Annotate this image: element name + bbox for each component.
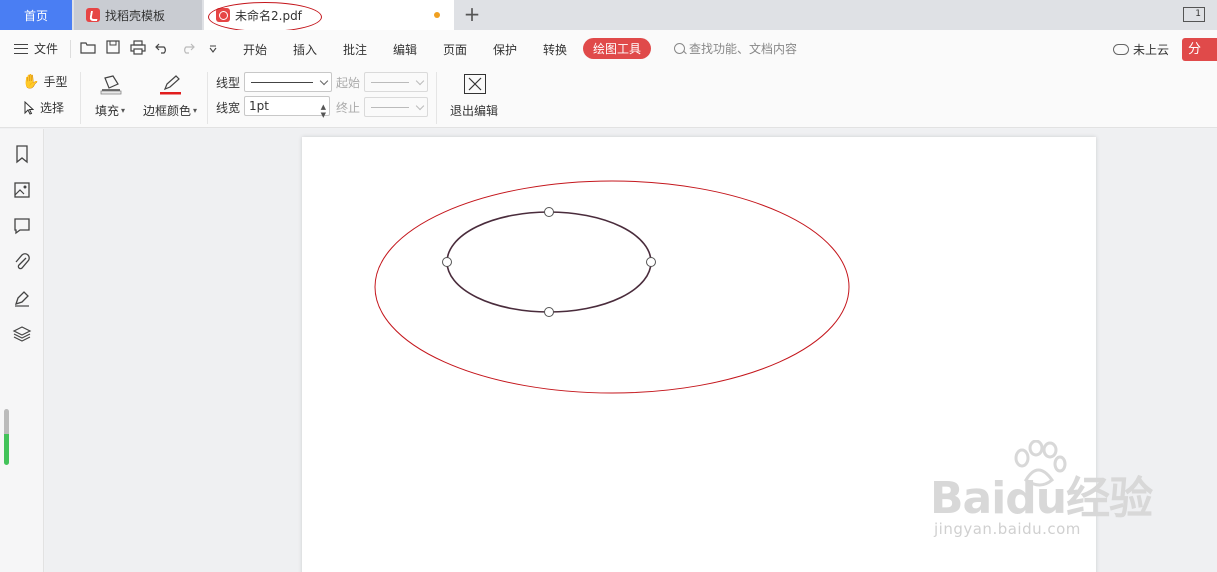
hand-icon: ✋ bbox=[22, 73, 40, 90]
start-arrow-select[interactable] bbox=[364, 72, 428, 92]
hamburger-icon bbox=[14, 43, 28, 54]
share-button[interactable]: 分 bbox=[1182, 38, 1217, 61]
select-tool-label: 选择 bbox=[40, 101, 65, 115]
unsaved-dot-icon bbox=[434, 12, 440, 18]
divider bbox=[207, 72, 208, 124]
exit-edit-button[interactable]: 退出编辑 bbox=[450, 102, 498, 119]
file-menu[interactable]: 文件 bbox=[14, 40, 58, 57]
window-switch-button[interactable]: 1 bbox=[1183, 7, 1205, 22]
end-arrow-label: 终止 bbox=[336, 99, 360, 116]
file-menu-label: 文件 bbox=[34, 42, 59, 56]
border-pen-icon[interactable] bbox=[159, 74, 183, 98]
menu-insert[interactable]: 插入 bbox=[293, 41, 317, 58]
search-box[interactable]: 查找功能、文档内容 bbox=[674, 40, 797, 57]
cloud-status-label: 未上云 bbox=[1133, 43, 1170, 57]
line-sample bbox=[251, 82, 313, 83]
fill-bucket-icon[interactable] bbox=[99, 74, 123, 98]
share-label: 分 bbox=[1188, 42, 1202, 57]
border-color-button[interactable]: 边框颜色 ▾ bbox=[143, 102, 197, 119]
line-width-value: 1pt bbox=[249, 99, 269, 113]
tab-bar: 首页 找稻壳模板 未命名2.pdf + 1 bbox=[0, 0, 1217, 32]
cursor-arrow-icon bbox=[24, 100, 34, 115]
undo-icon[interactable] bbox=[153, 40, 171, 58]
chevron-down-icon bbox=[319, 76, 329, 86]
resize-handle-bottom[interactable] bbox=[544, 307, 554, 317]
border-color-label: 边框颜色 bbox=[143, 104, 192, 118]
resize-handle-left[interactable] bbox=[442, 257, 452, 267]
divider bbox=[70, 40, 71, 58]
menu-drawing-tools[interactable]: 绘图工具 bbox=[583, 38, 651, 59]
bookmark-icon[interactable] bbox=[12, 144, 32, 164]
line-sample bbox=[371, 107, 409, 108]
end-arrow-text: 终止 bbox=[336, 101, 361, 115]
signature-pen-icon[interactable] bbox=[12, 288, 32, 308]
menu-bar: 文件 开始 插入 批注 编辑 页面 保护 转换 绘图工具 查找功能、文档内容 未… bbox=[0, 30, 1217, 68]
chevron-down-icon bbox=[415, 76, 425, 86]
line-type-text: 线型 bbox=[216, 76, 241, 90]
divider bbox=[436, 72, 437, 124]
spin-down-icon[interactable]: ▼ bbox=[321, 106, 326, 124]
drawing-tools-ribbon: ✋ 手型 选择 填充 ▾ 边框颜色 ▾ 线型 线宽 1pt ▲ ▼ 起始 终止 … bbox=[0, 68, 1217, 128]
outer-ellipse-shape[interactable] bbox=[374, 180, 850, 394]
line-type-select[interactable] bbox=[244, 72, 332, 92]
chevron-down-icon: ▾ bbox=[193, 106, 198, 115]
end-arrow-select[interactable] bbox=[364, 97, 428, 117]
line-width-label: 线宽 bbox=[216, 99, 240, 116]
tab-document[interactable]: 未命名2.pdf bbox=[204, 0, 454, 30]
print-icon[interactable] bbox=[129, 40, 147, 59]
fill-label: 填充 bbox=[95, 104, 120, 118]
line-type-label: 线型 bbox=[216, 74, 240, 91]
chevron-down-icon: ▾ bbox=[121, 106, 126, 115]
pdf-file-icon bbox=[216, 8, 230, 22]
pdf-page[interactable] bbox=[302, 137, 1096, 572]
resize-handle-top[interactable] bbox=[544, 207, 554, 217]
open-folder-icon[interactable] bbox=[79, 40, 97, 58]
tab-document-label: 未命名2.pdf bbox=[235, 8, 302, 23]
start-arrow-label: 起始 bbox=[336, 74, 360, 91]
save-icon[interactable] bbox=[104, 40, 122, 58]
cloud-icon bbox=[1113, 44, 1129, 55]
tab-template-label: 找稻壳模板 bbox=[105, 8, 166, 23]
selected-ellipse-shape[interactable] bbox=[446, 211, 652, 313]
thumbnail-image-icon[interactable] bbox=[12, 180, 32, 200]
customize-quick-access-icon[interactable] bbox=[204, 40, 222, 58]
exit-edit-label: 退出编辑 bbox=[450, 104, 499, 118]
side-panel bbox=[0, 129, 44, 572]
select-tool-button[interactable]: 选择 bbox=[24, 99, 64, 116]
comment-icon[interactable] bbox=[12, 216, 32, 236]
line-sample bbox=[371, 82, 409, 83]
layers-icon[interactable] bbox=[12, 324, 32, 344]
tab-home[interactable]: 首页 bbox=[0, 0, 72, 30]
menu-page[interactable]: 页面 bbox=[443, 41, 467, 58]
close-box-icon[interactable] bbox=[464, 74, 486, 94]
drawing-layer bbox=[374, 180, 850, 394]
docer-logo-icon bbox=[86, 8, 100, 22]
cloud-status[interactable]: 未上云 bbox=[1113, 41, 1169, 58]
menu-protect[interactable]: 保护 bbox=[493, 41, 517, 58]
hand-tool-label: 手型 bbox=[43, 75, 68, 89]
start-arrow-text: 起始 bbox=[336, 76, 361, 90]
tab-template-store[interactable]: 找稻壳模板 bbox=[74, 0, 202, 30]
search-icon bbox=[674, 43, 685, 54]
divider bbox=[80, 72, 81, 124]
fill-button[interactable]: 填充 ▾ bbox=[95, 102, 125, 119]
attachment-clip-icon[interactable] bbox=[12, 252, 32, 272]
menu-edit[interactable]: 编辑 bbox=[393, 41, 417, 58]
menu-start[interactable]: 开始 bbox=[243, 41, 267, 58]
resize-handle-right[interactable] bbox=[646, 257, 656, 267]
panel-scroll-indicator[interactable] bbox=[4, 409, 9, 465]
new-tab-button[interactable]: + bbox=[462, 4, 482, 25]
line-width-text: 线宽 bbox=[216, 101, 241, 115]
chevron-down-icon bbox=[415, 101, 425, 111]
hand-tool-button[interactable]: ✋ 手型 bbox=[22, 73, 67, 90]
menu-convert[interactable]: 转换 bbox=[543, 41, 567, 58]
search-placeholder: 查找功能、文档内容 bbox=[689, 42, 798, 56]
line-width-input[interactable]: 1pt ▲ ▼ bbox=[244, 96, 330, 119]
redo-icon[interactable] bbox=[179, 40, 197, 58]
menu-annotate[interactable]: 批注 bbox=[343, 41, 367, 58]
